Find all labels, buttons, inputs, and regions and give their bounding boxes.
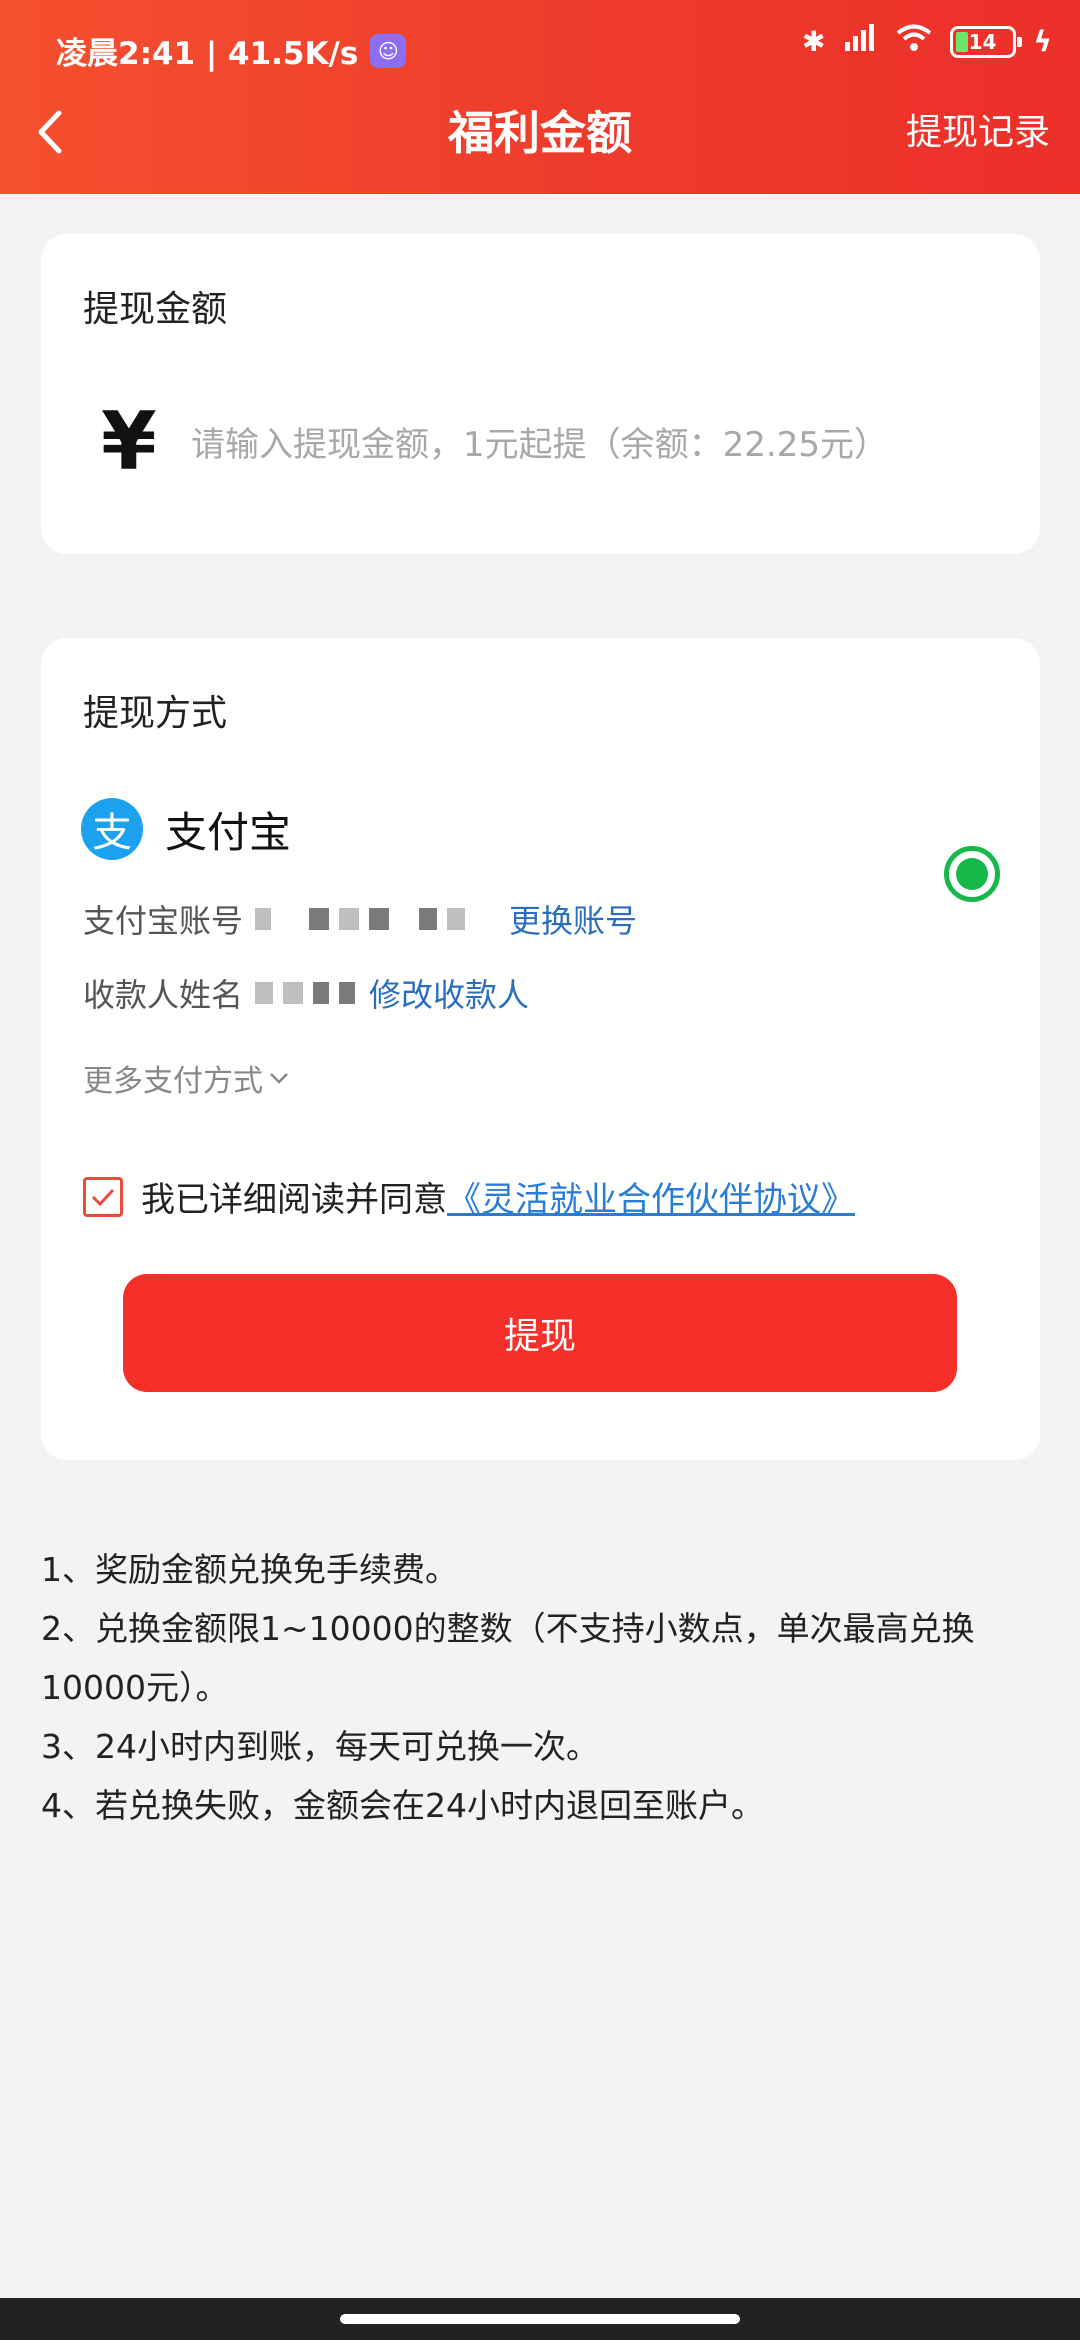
more-payment-methods[interactable]: 更多支付方式	[83, 1056, 289, 1100]
alipay-radio-selected[interactable]	[944, 846, 1000, 902]
signal-icon	[844, 24, 878, 59]
method-card-title: 提现方式	[83, 693, 228, 734]
nav-bar: 福利金额 提现记录	[0, 88, 1080, 178]
chevron-left-icon	[38, 110, 62, 154]
status-time-speed: 凌晨2:41 | 41.5K/s	[56, 36, 359, 72]
agreement-checkbox[interactable]	[83, 1176, 123, 1217]
alipay-icon: 支	[81, 798, 143, 860]
change-account-link[interactable]: 更换账号	[509, 896, 637, 942]
withdraw-records-link[interactable]: 提现记录	[906, 88, 1050, 178]
note-item: 1、奖励金额兑换免手续费。	[41, 1550, 458, 1589]
agreement-row: 我已详细阅读并同意《灵活就业合作伙伴协议》	[83, 1172, 855, 1221]
note-item: 3、24小时内到账，每天可兑换一次。	[41, 1727, 599, 1766]
home-indicator[interactable]	[340, 2314, 740, 2324]
alipay-label: 支付宝	[165, 807, 292, 857]
bluetooth-icon: ✱	[802, 25, 826, 58]
radio-dot	[956, 858, 988, 890]
battery-level: 14	[968, 29, 997, 54]
checkmark-icon	[91, 1188, 115, 1206]
amount-input[interactable]	[191, 410, 991, 480]
masked-account	[255, 908, 495, 930]
alipay-option[interactable]: 支 支付宝	[81, 798, 291, 860]
masked-payee-name	[255, 982, 356, 1004]
chevron-down-icon	[270, 1073, 288, 1084]
status-left: 凌晨2:41 | 41.5K/s ☺	[56, 28, 407, 73]
withdraw-method-card: 提现方式 支 支付宝 支付宝账号 更换账号 收款人姓名 修改收款人 更多支付方式…	[41, 638, 1040, 1460]
note-item: 2、兑换金额限1~10000的整数（不支持小数点，单次最高兑换10000元）。	[41, 1609, 975, 1707]
rules-notes: 1、奖励金额兑换免手续费。 2、兑换金额限1~10000的整数（不支持小数点，单…	[41, 1540, 1040, 1835]
account-label: 支付宝账号	[83, 902, 244, 940]
payee-row: 收款人姓名 修改收款人	[83, 970, 529, 1016]
payee-label: 收款人姓名	[83, 976, 244, 1014]
battery-icon: 14	[949, 25, 1022, 58]
status-bar: 凌晨2:41 | 41.5K/s ☺ ✱ 14 ϟ	[0, 22, 1080, 74]
withdraw-amount-card: 提现金额 ¥	[41, 234, 1040, 554]
withdraw-button[interactable]: 提现	[123, 1274, 957, 1392]
yen-icon: ¥	[101, 395, 157, 488]
system-nav-bar	[0, 2298, 1080, 2340]
notification-app-icon: ☺	[370, 33, 407, 68]
amount-card-title: 提现金额	[83, 289, 228, 330]
status-right: ✱ 14 ϟ	[802, 24, 1052, 59]
header: 凌晨2:41 | 41.5K/s ☺ ✱ 14 ϟ 福利金额 提现记录	[0, 0, 1080, 194]
agreement-link[interactable]: 《灵活就业合作伙伴协议》	[447, 1180, 855, 1220]
alipay-account-row: 支付宝账号 更换账号	[83, 896, 637, 942]
note-item: 4、若兑换失败，金额会在24小时内退回至账户。	[41, 1786, 764, 1825]
charging-icon: ϟ	[1033, 25, 1052, 58]
back-button[interactable]	[20, 102, 80, 162]
edit-payee-link[interactable]: 修改收款人	[369, 970, 529, 1016]
agreement-text: 我已详细阅读并同意	[141, 1180, 447, 1220]
wifi-icon	[896, 24, 932, 59]
more-methods-label: 更多支付方式	[83, 1064, 263, 1099]
